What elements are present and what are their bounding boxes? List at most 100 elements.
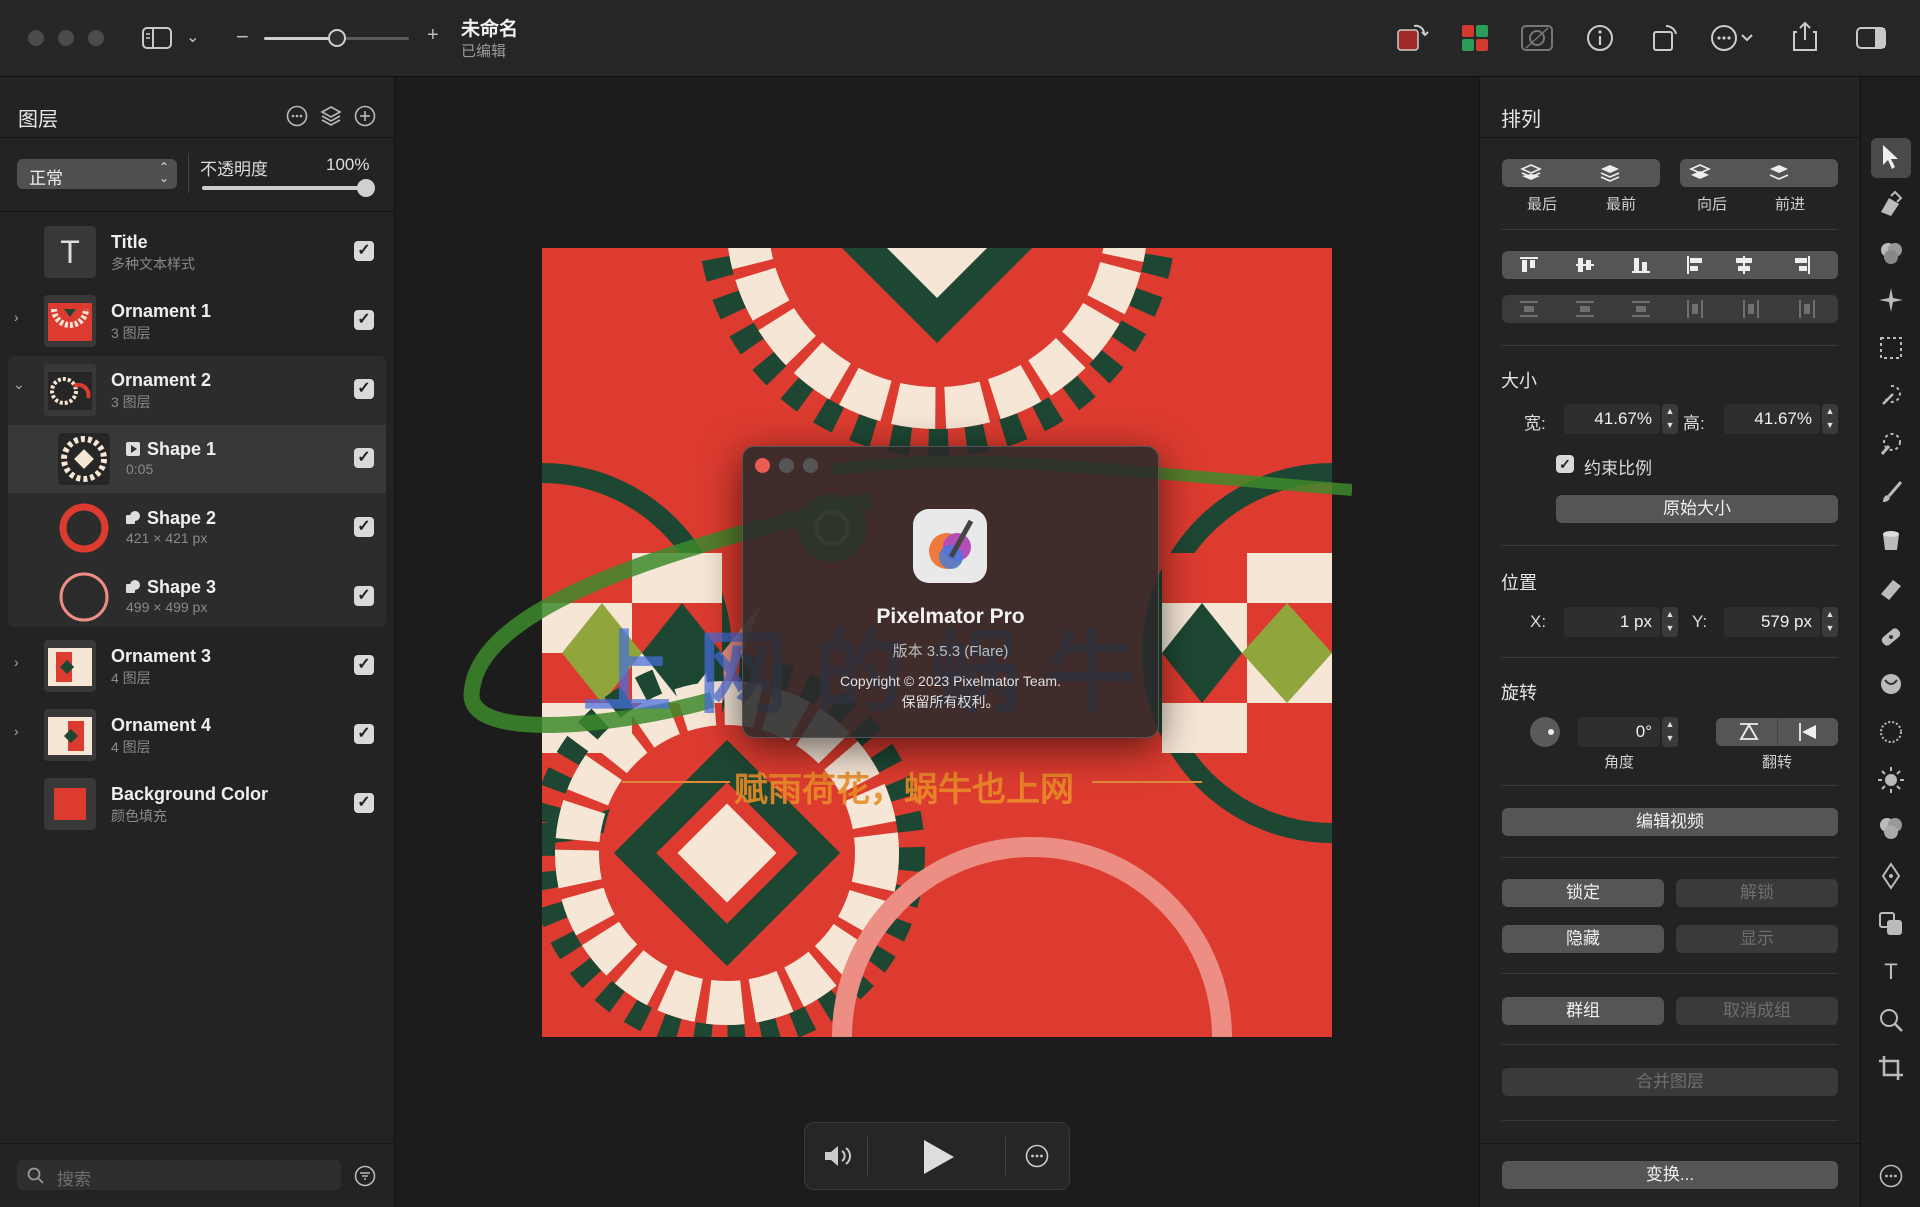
distort-tool-icon[interactable] (1877, 670, 1905, 698)
layer-visibility-checkbox[interactable]: ✓ (354, 724, 374, 744)
effects-tool-icon[interactable] (1877, 286, 1905, 314)
more-tools-icon[interactable] (1879, 1164, 1903, 1188)
more-options-icon[interactable] (1710, 24, 1756, 52)
rotation-dial[interactable] (1530, 717, 1560, 747)
show-button[interactable]: 显示 (1676, 925, 1838, 953)
disclosure-right-icon[interactable]: › (14, 654, 19, 670)
type-tool-icon[interactable]: T (1876, 957, 1906, 987)
crop-tool-icon[interactable] (1877, 1054, 1905, 1082)
light-tool-icon[interactable] (1877, 766, 1905, 794)
color-tool-icon[interactable] (1877, 814, 1905, 842)
share-icon[interactable] (1792, 20, 1818, 52)
layer-visibility-checkbox[interactable]: ✓ (354, 448, 374, 468)
disclosure-down-icon[interactable]: ⌄ (13, 376, 25, 393)
layer-row[interactable]: Shape 2 421 × 421 px ✓ (0, 494, 394, 562)
height-stepper[interactable]: ▲ ▼ (1822, 404, 1838, 434)
layer-row[interactable]: Background Color 颜色填充 ✓ (0, 770, 394, 838)
disclosure-right-icon[interactable]: › (14, 723, 19, 739)
zoom-slider-knob[interactable] (328, 29, 346, 47)
fill-tool-icon[interactable] (1877, 526, 1905, 554)
send-to-back-icon[interactable] (1520, 163, 1542, 183)
layer-row[interactable]: › Ornament 1 3 图层 ✓ (0, 287, 394, 355)
transform-button[interactable]: 变换... (1502, 1161, 1838, 1189)
angle-stepper[interactable]: ▲ ▼ (1662, 717, 1678, 747)
layer-row[interactable]: T Title 多种文本样式 ✓ (0, 218, 394, 286)
original-size-button[interactable]: 原始大小 (1556, 495, 1838, 523)
layer-row[interactable]: ⌄ Ornament 2 3 图层 ✓ (0, 356, 394, 424)
layer-row[interactable]: Shape 1 0:05 ✓ (0, 425, 394, 493)
height-field[interactable]: 41.67% (1724, 404, 1820, 434)
rotate-canvas-icon[interactable] (1650, 22, 1680, 52)
sharpen-tool-icon[interactable] (1877, 718, 1905, 746)
quick-selection-icon[interactable] (1877, 430, 1905, 458)
volume-icon[interactable] (823, 1143, 853, 1169)
y-stepper[interactable]: ▲ ▼ (1822, 607, 1838, 637)
playback-more-icon[interactable] (1025, 1144, 1049, 1168)
y-field[interactable]: 579 px (1724, 607, 1820, 637)
layer-visibility-checkbox[interactable]: ✓ (354, 655, 374, 675)
width-stepper[interactable]: ▲ ▼ (1662, 404, 1678, 434)
layers-more-icon[interactable] (286, 105, 308, 127)
zoom-window-button[interactable] (88, 30, 104, 46)
lock-button[interactable]: 锁定 (1502, 879, 1664, 907)
layer-visibility-checkbox[interactable]: ✓ (354, 379, 374, 399)
add-layer-icon[interactable] (354, 105, 376, 127)
play-icon[interactable] (921, 1137, 957, 1177)
layer-visibility-checkbox[interactable]: ✓ (354, 586, 374, 606)
mask-icon[interactable] (1520, 24, 1554, 52)
sidebar-toggle-icon[interactable] (142, 26, 172, 50)
zoom-slider[interactable] (264, 29, 409, 47)
layer-visibility-checkbox[interactable]: ✓ (354, 241, 374, 261)
chevron-down-icon[interactable]: ⌄ (186, 26, 199, 50)
inspector-toggle-icon[interactable] (1856, 26, 1886, 50)
x-stepper[interactable]: ▲ ▼ (1662, 607, 1678, 637)
magic-selection-icon[interactable] (1877, 382, 1905, 410)
layer-row[interactable]: › Ornament 4 4 图层 ✓ (0, 701, 394, 769)
color-adjust-icon[interactable] (1396, 22, 1430, 54)
angle-field[interactable]: 0° (1578, 717, 1660, 747)
arrange-tool-icon[interactable] (1880, 143, 1902, 171)
hide-button[interactable]: 隐藏 (1502, 925, 1664, 953)
disclosure-right-icon[interactable]: › (14, 309, 19, 325)
bring-to-front-icon[interactable] (1599, 163, 1621, 183)
erase-tool-icon[interactable] (1877, 574, 1905, 602)
layer-row[interactable]: › Ornament 3 4 图层 ✓ (0, 632, 394, 700)
retouch-tool-icon[interactable] (1877, 622, 1905, 650)
search-field[interactable]: 搜索 (17, 1160, 341, 1190)
align-buttons[interactable] (1502, 251, 1838, 279)
flip-vertical-icon[interactable] (1738, 721, 1760, 743)
ungroup-button[interactable]: 取消成组 (1676, 997, 1838, 1025)
color-adjust-tool-icon[interactable] (1877, 238, 1905, 266)
layer-stack-icon[interactable] (320, 105, 342, 127)
zoom-in-button[interactable]: + (427, 24, 439, 47)
minimize-window-button[interactable] (58, 30, 74, 46)
send-backward-icon[interactable] (1689, 163, 1711, 183)
edit-video-button[interactable]: 编辑视频 (1502, 808, 1838, 836)
merge-layers-button[interactable]: 合并图层 (1502, 1068, 1838, 1096)
layer-visibility-checkbox[interactable]: ✓ (354, 517, 374, 537)
unlock-button[interactable]: 解锁 (1676, 879, 1838, 907)
zoom-tool-icon[interactable] (1877, 1006, 1905, 1034)
zoom-out-button[interactable]: − (236, 24, 249, 50)
opacity-slider-knob[interactable] (357, 179, 375, 197)
constrain-checkbox[interactable]: ✓ (1556, 455, 1574, 473)
style-tool-icon[interactable] (1877, 190, 1905, 218)
width-field[interactable]: 41.67% (1564, 404, 1660, 434)
layer-row[interactable]: Shape 3 499 × 499 px ✓ (0, 563, 394, 631)
color-swatches-icon[interactable] (1461, 24, 1489, 52)
layer-visibility-checkbox[interactable]: ✓ (354, 310, 374, 330)
filter-icon[interactable] (354, 1165, 376, 1187)
dialog-close-button[interactable] (755, 458, 770, 473)
close-window-button[interactable] (28, 30, 44, 46)
x-field[interactable]: 1 px (1564, 607, 1660, 637)
layer-visibility-checkbox[interactable]: ✓ (354, 793, 374, 813)
flip-horizontal-icon[interactable] (1798, 721, 1820, 743)
shapes-tool-icon[interactable] (1877, 910, 1905, 938)
opacity-slider[interactable] (202, 179, 375, 197)
info-icon[interactable] (1586, 24, 1614, 52)
selection-tool-icon[interactable] (1877, 334, 1905, 362)
bring-forward-icon[interactable] (1768, 163, 1790, 183)
pen-tool-icon[interactable] (1877, 862, 1905, 890)
paint-tool-icon[interactable] (1877, 478, 1905, 506)
blend-mode-select[interactable]: 正常 ⌃ ⌄ (17, 159, 177, 189)
